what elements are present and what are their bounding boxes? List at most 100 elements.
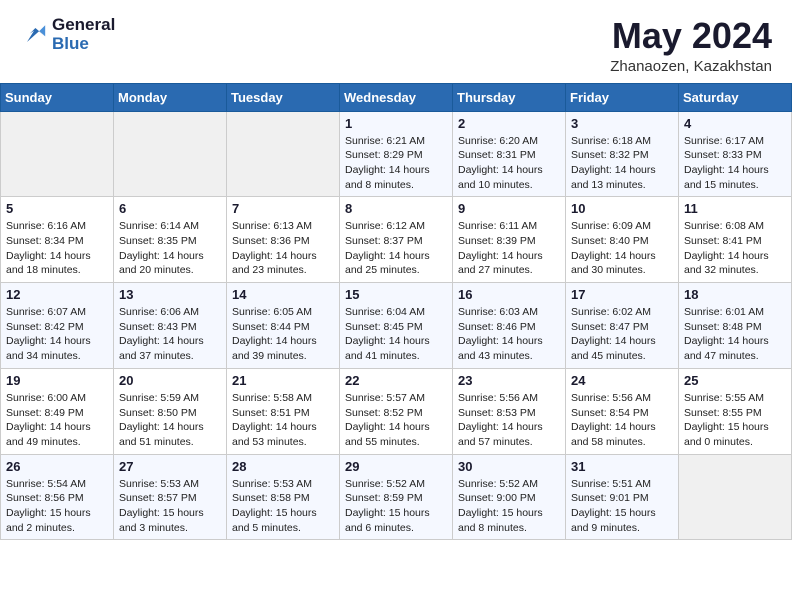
logo-bird-icon: [20, 21, 48, 49]
title-block: May 2024 Zhanaozen, Kazakhstan: [610, 16, 772, 75]
cell-info: Sunrise: 5:56 AMSunset: 8:53 PMDaylight:…: [458, 391, 560, 450]
calendar-cell: 21 Sunrise: 5:58 AMSunset: 8:51 PMDayligh…: [227, 368, 340, 454]
cell-info: Sunrise: 5:53 AMSunset: 8:58 PMDaylight:…: [232, 477, 334, 536]
weekday-header: Wednesday: [340, 83, 453, 111]
calendar-cell: 14Sunrise: 6:05 AMSunset: 8:44 PMDayligh…: [227, 283, 340, 369]
logo: General Blue: [20, 16, 115, 53]
cell-info: Sunrise: 6:06 AMSunset: 8:43 PMDaylight:…: [119, 305, 221, 364]
weekday-row: SundayMondayTuesdayWednesdayThursdayFrid…: [1, 83, 792, 111]
calendar-cell: 2 Sunrise: 6:20 AMSunset: 8:31 PMDaylight…: [453, 111, 566, 197]
cell-info: Sunrise: 6:18 AMSunset: 8:32 PMDaylight:…: [571, 134, 673, 193]
calendar-row: 5Sunrise: 6:16 AMSunset: 8:34 PMDaylight…: [1, 197, 792, 283]
calendar-cell: [227, 111, 340, 197]
calendar-row: 1Sunrise: 6:21 AMSunset: 8:29 PMDaylight…: [1, 111, 792, 197]
cell-info: Sunrise: 6:03 AMSunset: 8:46 PMDaylight:…: [458, 305, 560, 364]
calendar-cell: 11 Sunrise: 6:08 AMSunset: 8:41 PMDayligh…: [679, 197, 792, 283]
calendar-cell: 3 Sunrise: 6:18 AMSunset: 8:32 PMDaylight…: [566, 111, 679, 197]
calendar-cell: 4Sunrise: 6:17 AMSunset: 8:33 PMDaylight…: [679, 111, 792, 197]
day-number: 26: [6, 459, 108, 474]
location: Zhanaozen, Kazakhstan: [610, 58, 772, 75]
day-number: 20: [119, 373, 221, 388]
cell-info: Sunrise: 6:11 AMSunset: 8:39 PMDaylight:…: [458, 219, 560, 278]
day-number: 29: [345, 459, 447, 474]
calendar-row: 26 Sunrise: 5:54 AMSunset: 8:56 PMDayligh…: [1, 454, 792, 540]
day-number: 18: [684, 287, 786, 302]
day-number: 3: [571, 116, 673, 131]
calendar-cell: 26 Sunrise: 5:54 AMSunset: 8:56 PMDayligh…: [1, 454, 114, 540]
day-number: 21: [232, 373, 334, 388]
calendar-cell: 29 Sunrise: 5:52 AMSunset: 8:59 PMDayligh…: [340, 454, 453, 540]
weekday-header: Thursday: [453, 83, 566, 111]
calendar-cell: 15Sunrise: 6:04 AMSunset: 8:45 PMDayligh…: [340, 283, 453, 369]
cell-info: Sunrise: 5:52 AMSunset: 8:59 PMDaylight:…: [345, 477, 447, 536]
cell-info: Sunrise: 5:54 AMSunset: 8:56 PMDaylight:…: [6, 477, 108, 536]
calendar-cell: 20 Sunrise: 5:59 AMSunset: 8:50 PMDayligh…: [114, 368, 227, 454]
calendar-cell: 27 Sunrise: 5:53 AMSunset: 8:57 PMDayligh…: [114, 454, 227, 540]
calendar-cell: 16 Sunrise: 6:03 AMSunset: 8:46 PMDayligh…: [453, 283, 566, 369]
day-number: 19: [6, 373, 108, 388]
cell-info: Sunrise: 5:53 AMSunset: 8:57 PMDaylight:…: [119, 477, 221, 536]
calendar-cell: 18 Sunrise: 6:01 AMSunset: 8:48 PMDayligh…: [679, 283, 792, 369]
day-number: 25: [684, 373, 786, 388]
day-number: 7: [232, 201, 334, 216]
calendar-cell: 12 Sunrise: 6:07 AMSunset: 8:42 PMDayligh…: [1, 283, 114, 369]
cell-info: Sunrise: 6:13 AMSunset: 8:36 PMDaylight:…: [232, 219, 334, 278]
calendar-cell: 19 Sunrise: 6:00 AMSunset: 8:49 PMDayligh…: [1, 368, 114, 454]
day-number: 24: [571, 373, 673, 388]
calendar-cell: [679, 454, 792, 540]
calendar-row: 19 Sunrise: 6:00 AMSunset: 8:49 PMDayligh…: [1, 368, 792, 454]
day-number: 5: [6, 201, 108, 216]
cell-info: Sunrise: 6:17 AMSunset: 8:33 PMDaylight:…: [684, 134, 786, 193]
calendar-cell: 25 Sunrise: 5:55 AMSunset: 8:55 PMDayligh…: [679, 368, 792, 454]
calendar-cell: 17 Sunrise: 6:02 AMSunset: 8:47 PMDayligh…: [566, 283, 679, 369]
day-number: 16: [458, 287, 560, 302]
cell-info: Sunrise: 6:14 AMSunset: 8:35 PMDaylight:…: [119, 219, 221, 278]
calendar-cell: [114, 111, 227, 197]
day-number: 2: [458, 116, 560, 131]
day-number: 27: [119, 459, 221, 474]
weekday-header: Friday: [566, 83, 679, 111]
calendar-cell: 7 Sunrise: 6:13 AMSunset: 8:36 PMDaylight…: [227, 197, 340, 283]
calendar-cell: 31 Sunrise: 5:51 AMSunset: 9:01 PMDayligh…: [566, 454, 679, 540]
cell-info: Sunrise: 5:51 AMSunset: 9:01 PMDaylight:…: [571, 477, 673, 536]
cell-info: Sunrise: 6:00 AMSunset: 8:49 PMDaylight:…: [6, 391, 108, 450]
weekday-header: Saturday: [679, 83, 792, 111]
logo-text: General Blue: [52, 16, 115, 53]
weekday-header: Tuesday: [227, 83, 340, 111]
day-number: 13: [119, 287, 221, 302]
month-title: May 2024: [610, 16, 772, 56]
cell-info: Sunrise: 5:55 AMSunset: 8:55 PMDaylight:…: [684, 391, 786, 450]
calendar-cell: 30Sunrise: 5:52 AMSunset: 9:00 PMDayligh…: [453, 454, 566, 540]
calendar-body: 1Sunrise: 6:21 AMSunset: 8:29 PMDaylight…: [1, 111, 792, 540]
cell-info: Sunrise: 6:21 AMSunset: 8:29 PMDaylight:…: [345, 134, 447, 193]
cell-info: Sunrise: 5:58 AMSunset: 8:51 PMDaylight:…: [232, 391, 334, 450]
day-number: 12: [6, 287, 108, 302]
cell-info: Sunrise: 6:09 AMSunset: 8:40 PMDaylight:…: [571, 219, 673, 278]
cell-info: Sunrise: 6:12 AMSunset: 8:37 PMDaylight:…: [345, 219, 447, 278]
day-number: 28: [232, 459, 334, 474]
cell-info: Sunrise: 6:02 AMSunset: 8:47 PMDaylight:…: [571, 305, 673, 364]
day-number: 15: [345, 287, 447, 302]
day-number: 22: [345, 373, 447, 388]
cell-info: Sunrise: 6:05 AMSunset: 8:44 PMDaylight:…: [232, 305, 334, 364]
day-number: 11: [684, 201, 786, 216]
calendar-cell: 5Sunrise: 6:16 AMSunset: 8:34 PMDaylight…: [1, 197, 114, 283]
cell-info: Sunrise: 6:01 AMSunset: 8:48 PMDaylight:…: [684, 305, 786, 364]
day-number: 17: [571, 287, 673, 302]
page-header: General Blue May 2024 Zhanaozen, Kazakhs…: [0, 0, 792, 83]
day-number: 9: [458, 201, 560, 216]
calendar-header: SundayMondayTuesdayWednesdayThursdayFrid…: [1, 83, 792, 111]
calendar-cell: [1, 111, 114, 197]
cell-info: Sunrise: 5:52 AMSunset: 9:00 PMDaylight:…: [458, 477, 560, 536]
calendar-cell: 22Sunrise: 5:57 AMSunset: 8:52 PMDayligh…: [340, 368, 453, 454]
logo-inner: General Blue: [20, 16, 115, 53]
weekday-header: Sunday: [1, 83, 114, 111]
day-number: 31: [571, 459, 673, 474]
cell-info: Sunrise: 5:56 AMSunset: 8:54 PMDaylight:…: [571, 391, 673, 450]
calendar-row: 12 Sunrise: 6:07 AMSunset: 8:42 PMDayligh…: [1, 283, 792, 369]
cell-info: Sunrise: 6:20 AMSunset: 8:31 PMDaylight:…: [458, 134, 560, 193]
cell-info: Sunrise: 6:07 AMSunset: 8:42 PMDaylight:…: [6, 305, 108, 364]
cell-info: Sunrise: 6:08 AMSunset: 8:41 PMDaylight:…: [684, 219, 786, 278]
cell-info: Sunrise: 5:59 AMSunset: 8:50 PMDaylight:…: [119, 391, 221, 450]
day-number: 6: [119, 201, 221, 216]
